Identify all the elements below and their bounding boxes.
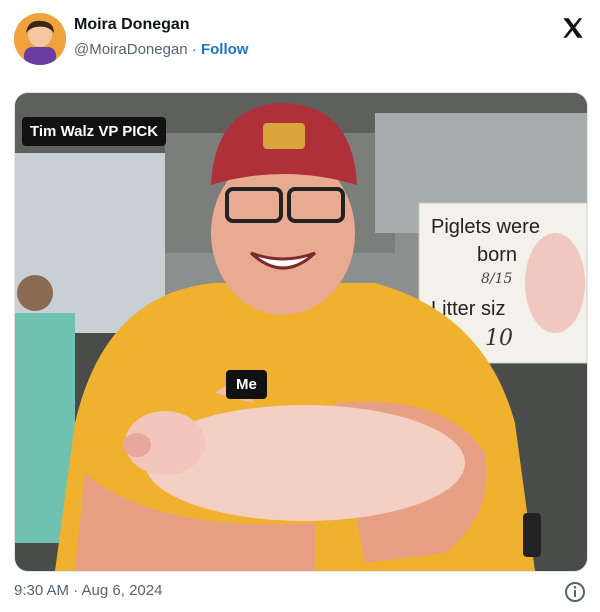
- sign-date: 8/15: [481, 271, 513, 287]
- tweet-media[interactable]: Piglets were born 8/15 Litter siz 10: [14, 92, 588, 572]
- meme-photo: Piglets were born 8/15 Litter siz 10: [15, 93, 587, 571]
- author-name[interactable]: Moira Donegan: [74, 16, 190, 34]
- sign-title: Piglets were: [431, 216, 540, 238]
- follow-button[interactable]: Follow: [201, 41, 249, 58]
- info-icon[interactable]: [564, 581, 586, 603]
- separator: ·: [191, 41, 197, 58]
- handle-row: @MoiraDonegan · Follow: [74, 41, 248, 58]
- x-logo-icon[interactable]: [560, 15, 586, 41]
- tweet-timestamp[interactable]: 9:30 AM · Aug 6, 2024: [14, 582, 162, 599]
- caption-bottom: Me: [226, 370, 267, 399]
- sign-litter-value: 10: [485, 326, 513, 351]
- caption-top: Tim Walz VP PICK: [22, 117, 167, 146]
- sign-born: born: [477, 244, 517, 266]
- author-handle[interactable]: @MoiraDonegan: [74, 41, 188, 58]
- avatar[interactable]: [14, 13, 66, 65]
